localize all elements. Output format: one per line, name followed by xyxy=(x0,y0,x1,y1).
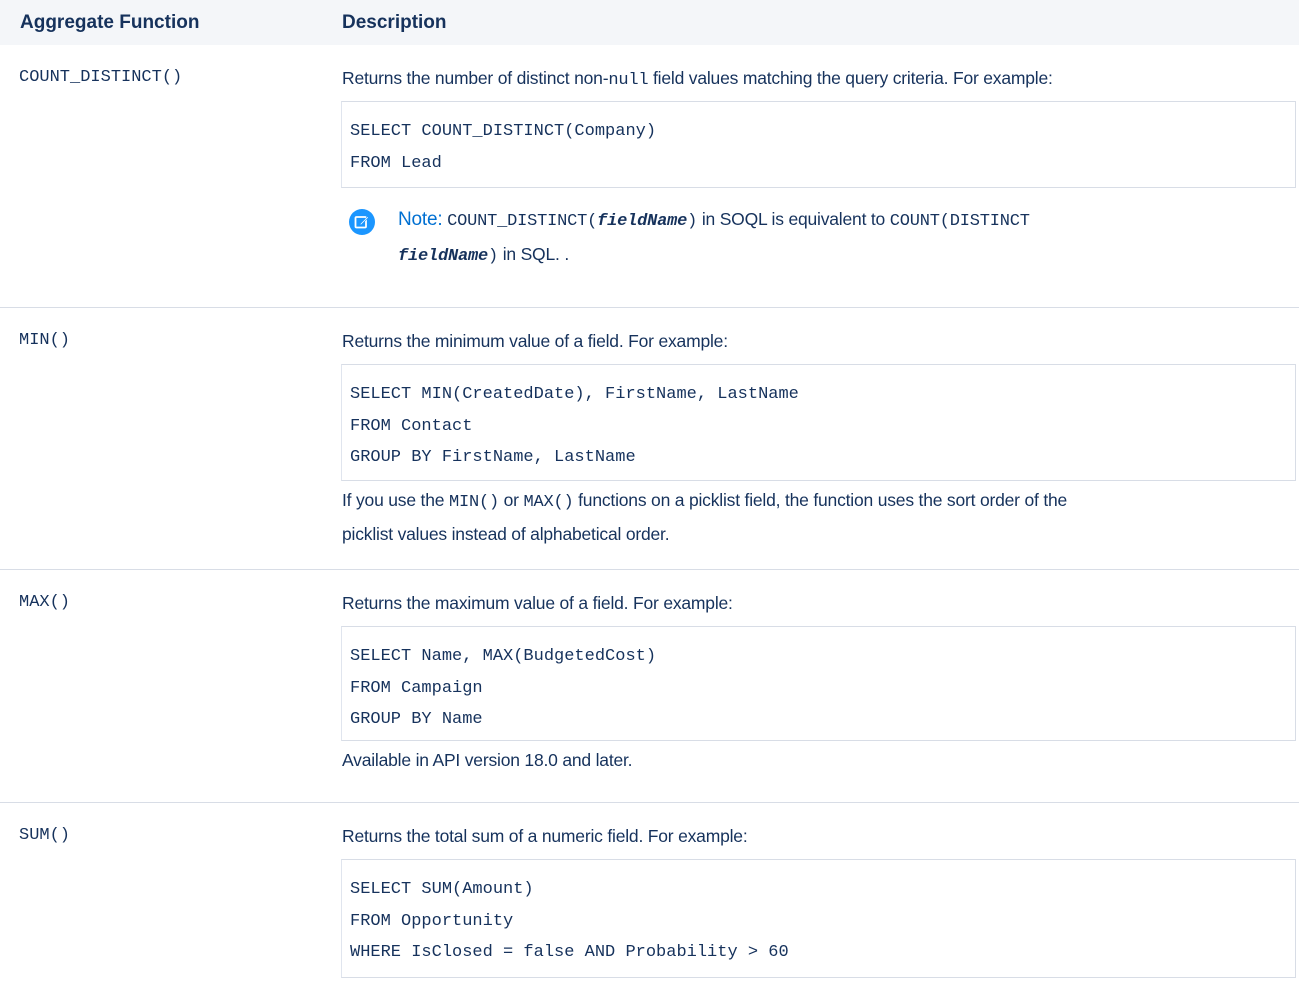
code-block: SELECT MIN(CreatedDate), FirstName, Last… xyxy=(341,364,1296,481)
table-row: MAX() Returns the maximum value of a fie… xyxy=(0,570,1299,803)
description-text: If you use the MIN() or MAX() functions … xyxy=(342,490,1068,512)
function-name: MIN() xyxy=(19,331,71,350)
function-name: SUM() xyxy=(19,826,71,845)
aggregate-functions-table: Aggregate Function Description COUNT_DIS… xyxy=(0,0,1299,978)
table-row: COUNT_DISTINCT() Returns the number of d… xyxy=(0,45,1299,308)
description-text: Returns the number of distinct non-null … xyxy=(342,68,1053,90)
table-header: Aggregate Function Description xyxy=(0,0,1299,45)
description-text: Returns the maximum value of a field. Fo… xyxy=(342,593,733,613)
code-block: SELECT SUM(Amount) FROM Opportunity WHERE … xyxy=(341,859,1296,978)
description-text: Returns the total sum of a numeric field… xyxy=(342,826,748,846)
note-line-1: Note: COUNT_DISTINCT(fieldName) in SOQL … xyxy=(398,209,1030,231)
description-text: picklist values instead of alphabetical … xyxy=(342,524,670,544)
table-row: MIN() Returns the minimum value of a fie… xyxy=(0,308,1299,570)
description-text: Available in API version 18.0 and later. xyxy=(342,750,633,770)
note-line-2: fieldName) in SQL. . xyxy=(398,244,569,266)
function-name: MAX() xyxy=(19,593,71,612)
description-text: Returns the minimum value of a field. Fo… xyxy=(342,331,728,351)
header-description: Description xyxy=(342,12,447,33)
code-block: SELECT COUNT_DISTINCT(Company) FROM Lead xyxy=(341,101,1296,188)
table-row: SUM() Returns the total sum of a numeric… xyxy=(0,803,1299,991)
code-block: SELECT Name, MAX(BudgetedCost) FROM Campa… xyxy=(341,626,1296,741)
header-aggregate-function: Aggregate Function xyxy=(20,12,200,33)
function-name: COUNT_DISTINCT() xyxy=(19,68,183,87)
edit-note-icon xyxy=(349,209,375,235)
